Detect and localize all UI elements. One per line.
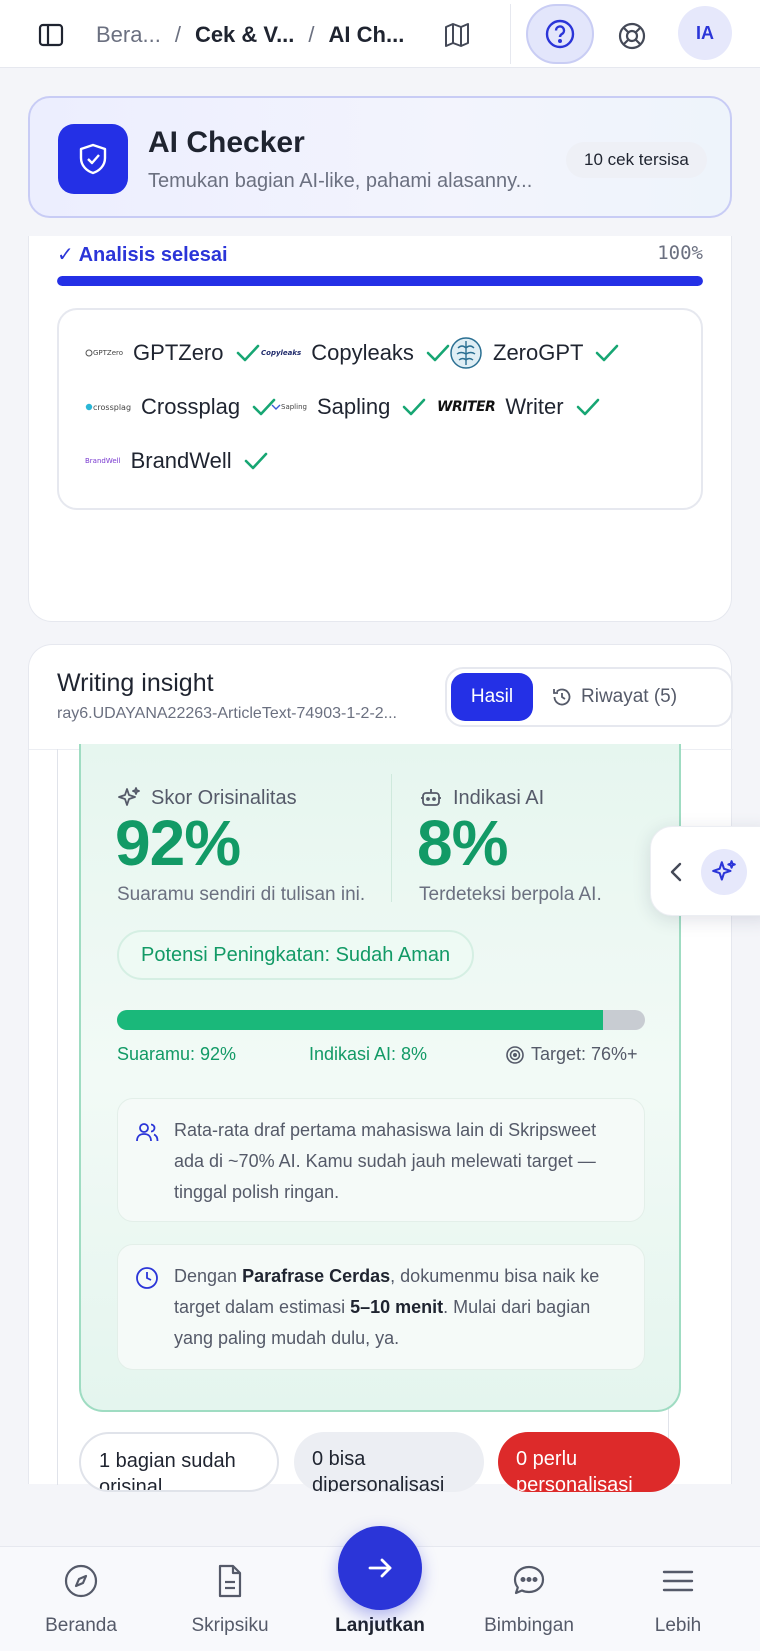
peer-comparison-text: Rata-rata draf pertama mahasiswa lain di… [174, 1120, 597, 1202]
score-divider [391, 774, 392, 902]
breadcrumb-section[interactable]: Cek & V... [195, 22, 294, 48]
sapling-logo: Sapling [271, 403, 307, 411]
ai-assistant-side-tab[interactable] [650, 826, 760, 916]
originality-score: 92% [115, 807, 241, 879]
help-icon [545, 19, 575, 49]
shield-icon [58, 124, 128, 194]
breadcrumb-separator: / [174, 22, 181, 47]
legend-voice: Suaramu: 92% [117, 1044, 237, 1064]
analysis-progress-bar [57, 276, 703, 286]
quota-badge: 10 cek tersisa [566, 142, 707, 178]
clock-icon [136, 1267, 158, 1289]
detector-zerogpt: ZeroGPT [449, 336, 619, 370]
nav-label: Beranda [45, 1615, 117, 1636]
detector-brandwell: BrandWell BrandWell [85, 446, 268, 476]
detector-writer: WRITER Writer [437, 392, 600, 422]
analysis-card: ✓ Analisis selesai 100% GPTZero GPTZero … [28, 236, 732, 622]
detector-name: Writer [505, 394, 564, 419]
chip-can-personalize[interactable]: 0 bisa dipersonalisasi [294, 1432, 484, 1492]
document-filename: ray6.UDAYANA22263-ArticleText-74903-1-2-… [57, 705, 397, 722]
chip-needs-personalization[interactable]: 0 perlu personalisasi [498, 1432, 680, 1492]
compass-icon [64, 1564, 98, 1598]
breadcrumb-current: AI Ch... [328, 22, 405, 47]
detector-name: ZeroGPT [493, 340, 584, 365]
gptzero-logo: GPTZero [85, 349, 123, 357]
document-icon [218, 1564, 242, 1598]
writer-logo: WRITER [437, 399, 496, 415]
nav-label: Skripsiku [191, 1615, 269, 1636]
nav-label: Bimbingan [484, 1615, 574, 1636]
users-icon [136, 1123, 159, 1142]
nav-label: Lebih [654, 1615, 702, 1636]
score-panel: Skor Orisinalitas 92% Suaramu sendiri di… [79, 744, 681, 1412]
copyleaks-logo: Copyleaks [261, 349, 302, 357]
chip-original-sections[interactable]: 1 bagian sudah orisinal [79, 1432, 279, 1492]
page-title: AI Checker [148, 126, 305, 159]
tab-riwayat[interactable]: Riwayat (5) [551, 673, 677, 721]
avatar[interactable]: IA [678, 6, 732, 60]
ai-indication-note: Terdeteksi berpola AI. [419, 884, 602, 905]
analysis-progress-fill [57, 276, 703, 286]
history-icon [553, 688, 571, 706]
top-bar: Bera... / Cek & V... / AI Ch... IA [0, 0, 760, 68]
detector-copyleaks: Copyleaks Copyleaks [261, 338, 450, 368]
sparkle-icon[interactable] [701, 849, 747, 895]
map-icon[interactable] [442, 20, 472, 50]
check-icon [596, 344, 619, 362]
tab-riwayat-label: Riwayat (5) [581, 686, 678, 707]
peer-comparison-info: Rata-rata draf pertama mahasiswa lain di… [117, 1098, 645, 1222]
detector-name: Copyleaks [311, 340, 414, 365]
originality-ratio-fill [117, 1010, 603, 1030]
originality-ratio-bar [117, 1010, 645, 1030]
time-estimate-info: Dengan Parafrase Cerdas, dokumenmu bisa … [117, 1244, 645, 1370]
breadcrumb-separator: / [308, 22, 315, 47]
nav-bimbingan[interactable]: Bimbingan [464, 1547, 594, 1651]
detector-gptzero: GPTZero GPTZero [85, 338, 260, 368]
breadcrumb-home[interactable]: Bera... [96, 22, 161, 48]
ai-indication-score: 8% [417, 807, 508, 879]
menu-icon [662, 1570, 694, 1592]
detector-name: GPTZero [133, 340, 224, 365]
zerogpt-brain-logo [449, 336, 483, 370]
brandwell-logo: BrandWell [85, 457, 121, 465]
page-subtitle: Temukan bagian AI-like, pahami alasanny.… [148, 170, 533, 192]
toolbar-divider [510, 4, 511, 64]
analysis-status: ✓ Analisis selesai [57, 244, 228, 266]
nav-lebih[interactable]: Lebih [613, 1547, 743, 1651]
nav-skripsiku[interactable]: Skripsiku [165, 1547, 295, 1651]
continue-fab-button[interactable] [338, 1526, 422, 1610]
improvement-potential-badge: Potensi Peningkatan: Sudah Aman [117, 930, 475, 980]
analysis-percent: 100% [657, 242, 703, 264]
legend-target: Target: 76%+ [505, 1044, 638, 1065]
result-history-toggle: Hasil Riwayat (5) [445, 667, 733, 727]
time-estimate-text: Dengan Parafrase Cerdas, dokumenmu bisa … [174, 1266, 600, 1348]
check-icon [426, 344, 450, 362]
target-icon [506, 1045, 524, 1064]
support-lifebuoy-icon[interactable] [616, 20, 648, 52]
sidebar-toggle-icon[interactable] [36, 20, 66, 50]
check-icon [576, 398, 599, 416]
ai-checker-header: AI Checker Temukan bagian AI-like, paham… [28, 96, 732, 218]
section-title: Writing insight [57, 669, 214, 697]
detector-name: BrandWell [130, 448, 232, 473]
originality-note: Suaramu sendiri di tulisan ini. [117, 884, 366, 905]
check-icon [403, 398, 426, 416]
nav-beranda[interactable]: Beranda [16, 1547, 146, 1651]
arrow-right-icon [368, 1558, 392, 1578]
detector-name: Sapling [316, 394, 391, 419]
detector-sapling: Sapling Sapling [271, 392, 426, 422]
legend-ai: Indikasi AI: 8% [309, 1044, 428, 1064]
help-button[interactable] [526, 4, 594, 64]
check-icon [244, 452, 267, 470]
chat-icon [513, 1565, 545, 1595]
tab-hasil[interactable]: Hasil [451, 673, 533, 721]
nav-label: Lanjutkan [335, 1615, 425, 1636]
chevron-left-icon[interactable] [667, 861, 687, 883]
detector-crossplag: crossplag Crossplag [85, 392, 276, 422]
detector-list: GPTZero GPTZero Copyleaks Copyleaks Zero… [57, 308, 703, 510]
breadcrumb: Bera... / Cek & V... / AI Ch... [96, 18, 404, 52]
detector-name: Crossplag [141, 394, 241, 419]
crossplag-logo: crossplag [85, 403, 131, 412]
check-icon [236, 344, 259, 362]
